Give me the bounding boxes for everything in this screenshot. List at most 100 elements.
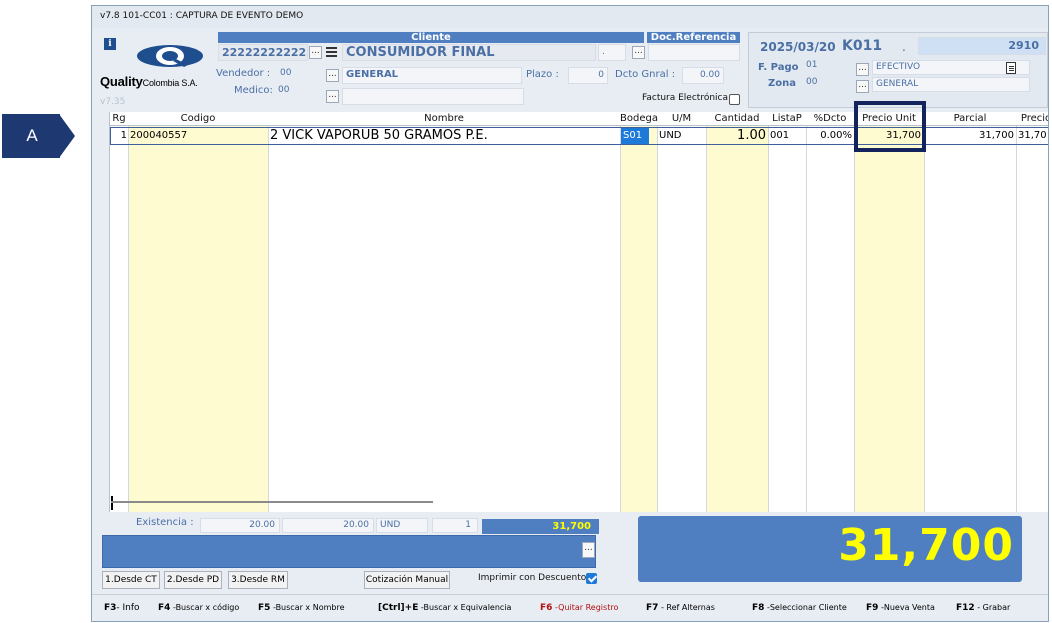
doc-lookup-button[interactable]: ... <box>632 46 645 59</box>
header-dcto[interactable]: %Dcto <box>806 113 854 124</box>
items-grid[interactable]: Rg Codigo Nombre Bodega U/M Cantidad Lis… <box>109 112 1048 512</box>
col-divider <box>854 112 855 512</box>
total-display: 31,700 <box>638 516 1022 582</box>
header-precio[interactable]: Precio <box>1016 113 1048 124</box>
cell-parcial[interactable]: 31,700 <box>925 128 1014 144</box>
shortcut-f5[interactable]: F5 -Buscar x Nombre <box>258 603 345 613</box>
bodega-column-bg <box>620 126 657 512</box>
info-icon[interactable]: i <box>104 38 116 50</box>
dcto-label: Dcto Gnral : <box>615 69 676 80</box>
doc-dot: . <box>902 40 906 54</box>
desde-rm-button[interactable]: 3.Desde RM <box>228 571 288 589</box>
doc-ref-band: Doc.Referencia <box>647 32 740 43</box>
col-divider <box>657 112 658 512</box>
client-name-field[interactable]: CONSUMIDOR FINAL <box>342 44 596 61</box>
cell-um[interactable]: UND <box>659 128 705 144</box>
medico-lookup-button[interactable]: ... <box>326 90 339 103</box>
col-divider <box>268 112 269 512</box>
shortcut-f12[interactable]: F12 - Grabar <box>956 603 1010 613</box>
doc-number[interactable]: 2910 <box>918 37 1046 55</box>
plazo-label: Plazo : <box>526 69 559 80</box>
imprimir-label: Imprimir con Descuento <box>478 573 587 583</box>
desde-ct-button[interactable]: 1.Desde CT <box>102 571 160 589</box>
grid-cursor <box>111 496 113 510</box>
existencia-um: UND <box>376 518 428 533</box>
scan-input[interactable] <box>102 535 596 568</box>
cell-nombre[interactable]: 2 VICK VAPORUB 50 GRAMOS P.E. <box>270 128 618 144</box>
logo-brand: Quality <box>100 74 143 89</box>
doc-ref-field[interactable] <box>648 44 740 61</box>
logo-text: QualityColombia S.A. <box>100 74 198 89</box>
plazo-field[interactable]: 0 <box>568 67 608 84</box>
cantidad-column-bg <box>706 126 768 512</box>
col-divider <box>768 112 769 512</box>
company-logo <box>137 45 203 67</box>
window-title: v7.8 101-CC01 : CAPTURA DE EVENTO DEMO <box>100 11 304 21</box>
doc-date: 2025/03/20 <box>760 40 836 54</box>
client-lookup-button[interactable]: ... <box>309 46 322 59</box>
existencia-label: Existencia : <box>136 517 194 528</box>
fpago-code[interactable]: 01 <box>806 60 817 70</box>
cliente-band: Cliente <box>218 32 644 43</box>
col-divider <box>924 112 925 512</box>
zona-label: Zona <box>768 78 796 89</box>
cell-listap[interactable]: 001 <box>770 128 804 144</box>
factura-checkbox[interactable] <box>729 94 740 105</box>
client-id-field[interactable]: 22222222222 <box>218 44 308 61</box>
cell-dcto[interactable]: 0.00% <box>807 128 852 144</box>
version-watermark: v7.35 <box>100 97 126 107</box>
cell-precio[interactable]: 31,70 <box>1018 128 1048 144</box>
stage: A v7.8 101-CC01 : CAPTURA DE EVENTO DEMO… <box>0 0 1052 623</box>
existencia-field-2: 20.00 <box>282 518 374 533</box>
zona-code[interactable]: 00 <box>806 77 817 87</box>
medico-name <box>342 88 524 105</box>
header-bodega[interactable]: Bodega <box>620 113 658 124</box>
precio-unit-column-bg <box>854 126 924 512</box>
existencia-field-1: 20.00 <box>200 518 280 533</box>
shortcut-f7[interactable]: F7 - Ref Alternas <box>646 603 715 613</box>
cell-cantidad[interactable]: 1.00 <box>707 128 766 144</box>
header-parcial[interactable]: Parcial <box>924 113 1016 124</box>
vendedor-code[interactable]: 00 <box>280 68 291 78</box>
medico-label: Medico: <box>234 85 273 96</box>
vendedor-lookup-button[interactable]: ... <box>326 69 339 82</box>
header-cantidad[interactable]: Cantidad <box>706 113 768 124</box>
col-divider <box>806 112 807 512</box>
document-icon[interactable] <box>1006 62 1016 74</box>
shortcut-f6[interactable]: F6 -Quitar Registro <box>540 603 618 613</box>
imprimir-checkbox[interactable] <box>586 573 597 584</box>
header-codigo[interactable]: Codigo <box>128 113 268 124</box>
scan-lookup-button[interactable]: ... <box>582 542 595 558</box>
doc-prefix-field[interactable]: . <box>598 44 626 61</box>
header-rg[interactable]: Rg <box>110 113 128 124</box>
factura-label: Factura Electrónica <box>642 93 729 103</box>
cell-rg[interactable]: 1 <box>110 128 127 144</box>
price-mini: 31,700 <box>482 519 599 534</box>
menu-icon[interactable] <box>326 47 337 58</box>
cell-bodega[interactable]: S01 <box>621 128 649 144</box>
shortcut-f4[interactable]: F4 -Buscar x código <box>158 603 239 613</box>
shortcut-bar: F3- Info F4 -Buscar x código F5 -Buscar … <box>92 594 1048 621</box>
col-divider <box>128 112 129 512</box>
callout-a: A <box>0 114 76 158</box>
vendedor-label: Vendedor : <box>216 68 271 79</box>
header-nombre[interactable]: Nombre <box>268 113 620 124</box>
desde-pd-button[interactable]: 2.Desde PD <box>164 571 222 589</box>
cell-codigo[interactable]: 200040557 <box>130 128 266 144</box>
fpago-label: F. Pago <box>758 62 799 73</box>
zona-lookup-button[interactable]: ... <box>856 80 869 93</box>
header-um[interactable]: U/M <box>657 113 706 124</box>
horizontal-scrollbar[interactable] <box>111 501 433 503</box>
shortcut-ctrl-e[interactable]: [Ctrl]+E -Buscar x Equivalencia <box>378 603 511 613</box>
codigo-column-bg <box>128 126 268 512</box>
dcto-field[interactable]: 0.00 <box>682 67 724 84</box>
shortcut-f3[interactable]: F3- Info <box>104 603 140 613</box>
shortcut-f8[interactable]: F8 -Seleccionar Cliente <box>752 603 847 613</box>
col-divider <box>706 112 707 512</box>
shortcut-f9[interactable]: F9 -Nueva Venta <box>866 603 935 613</box>
fpago-lookup-button[interactable]: ... <box>856 63 869 76</box>
cotizacion-manual-button[interactable]: Cotización Manual <box>364 571 450 589</box>
medico-code[interactable]: 00 <box>278 85 289 95</box>
title-bar: v7.8 101-CC01 : CAPTURA DE EVENTO DEMO <box>92 6 1048 28</box>
header-listap[interactable]: ListaP <box>768 113 806 124</box>
